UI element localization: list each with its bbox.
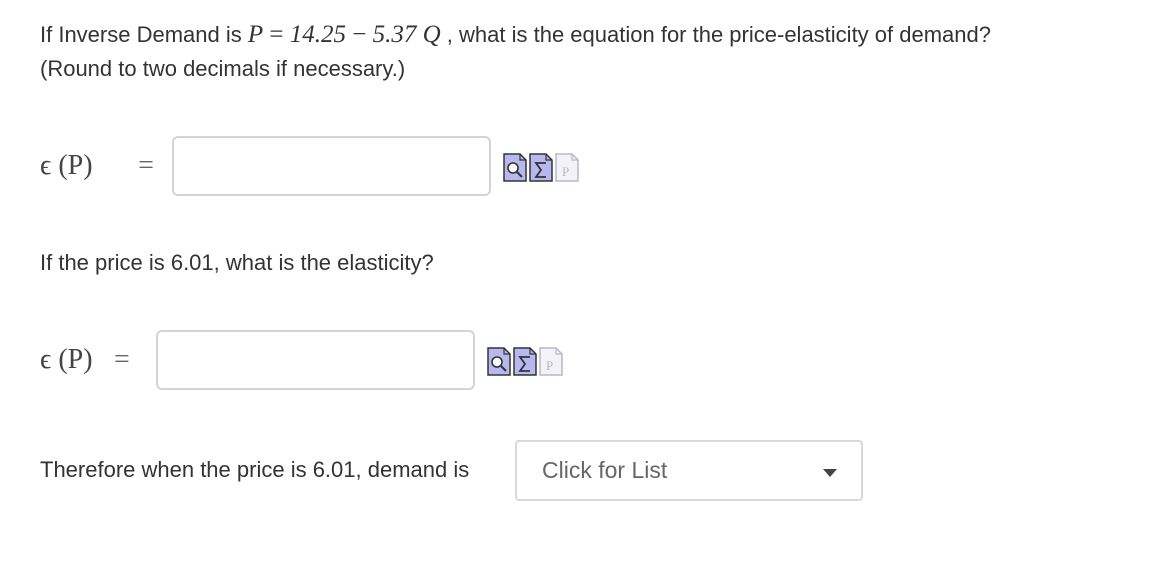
equation-editor-icon[interactable] [513, 344, 537, 376]
math-var-q: Q [416, 21, 441, 48]
elasticity-equation-row: ϵ (P) = P [40, 136, 581, 196]
answer-tools: P [503, 150, 581, 182]
math-var-p: P [247, 21, 264, 48]
question-3: Therefore when the price is 6.01, demand… [40, 457, 470, 482]
question-2: If the price is 6.01, what is the elasti… [40, 250, 434, 275]
equals-sign: = [114, 344, 130, 375]
formula-icon[interactable]: P [555, 150, 579, 182]
preview-icon[interactable] [487, 344, 511, 376]
preview-icon[interactable] [503, 150, 527, 182]
math-minus: − [346, 21, 373, 48]
elasticity-value-input[interactable] [156, 330, 475, 390]
chevron-down-icon [823, 469, 837, 477]
elasticity-equation-input[interactable] [172, 136, 491, 196]
math-slope: 5.37 [372, 21, 417, 48]
equals-sign: = [138, 150, 154, 181]
dropdown-placeholder: Click for List [542, 457, 668, 483]
math-intercept: 14.25 [289, 21, 347, 48]
elasticity-label: ϵ (P) [40, 150, 93, 181]
elasticity-label: ϵ (P) [40, 344, 93, 375]
question-1-suffix: , what is the equation for the price-ela… [440, 22, 991, 47]
question-1: If Inverse Demand is P = 14.25 − 5.37 Q … [40, 18, 1150, 86]
svg-text:P: P [562, 164, 569, 179]
formula-icon[interactable]: P [539, 344, 563, 376]
demand-type-dropdown[interactable]: Click for List [515, 440, 863, 501]
svg-text:P: P [546, 358, 553, 373]
answer-tools: P [487, 344, 565, 376]
question-1-line2: (Round to two decimals if necessary.) [40, 56, 406, 81]
equation-editor-icon[interactable] [529, 150, 553, 182]
math-equals: = [263, 21, 290, 48]
elasticity-value-row: ϵ (P) = P [40, 330, 565, 390]
question-1-prefix: If Inverse Demand is [40, 22, 248, 47]
